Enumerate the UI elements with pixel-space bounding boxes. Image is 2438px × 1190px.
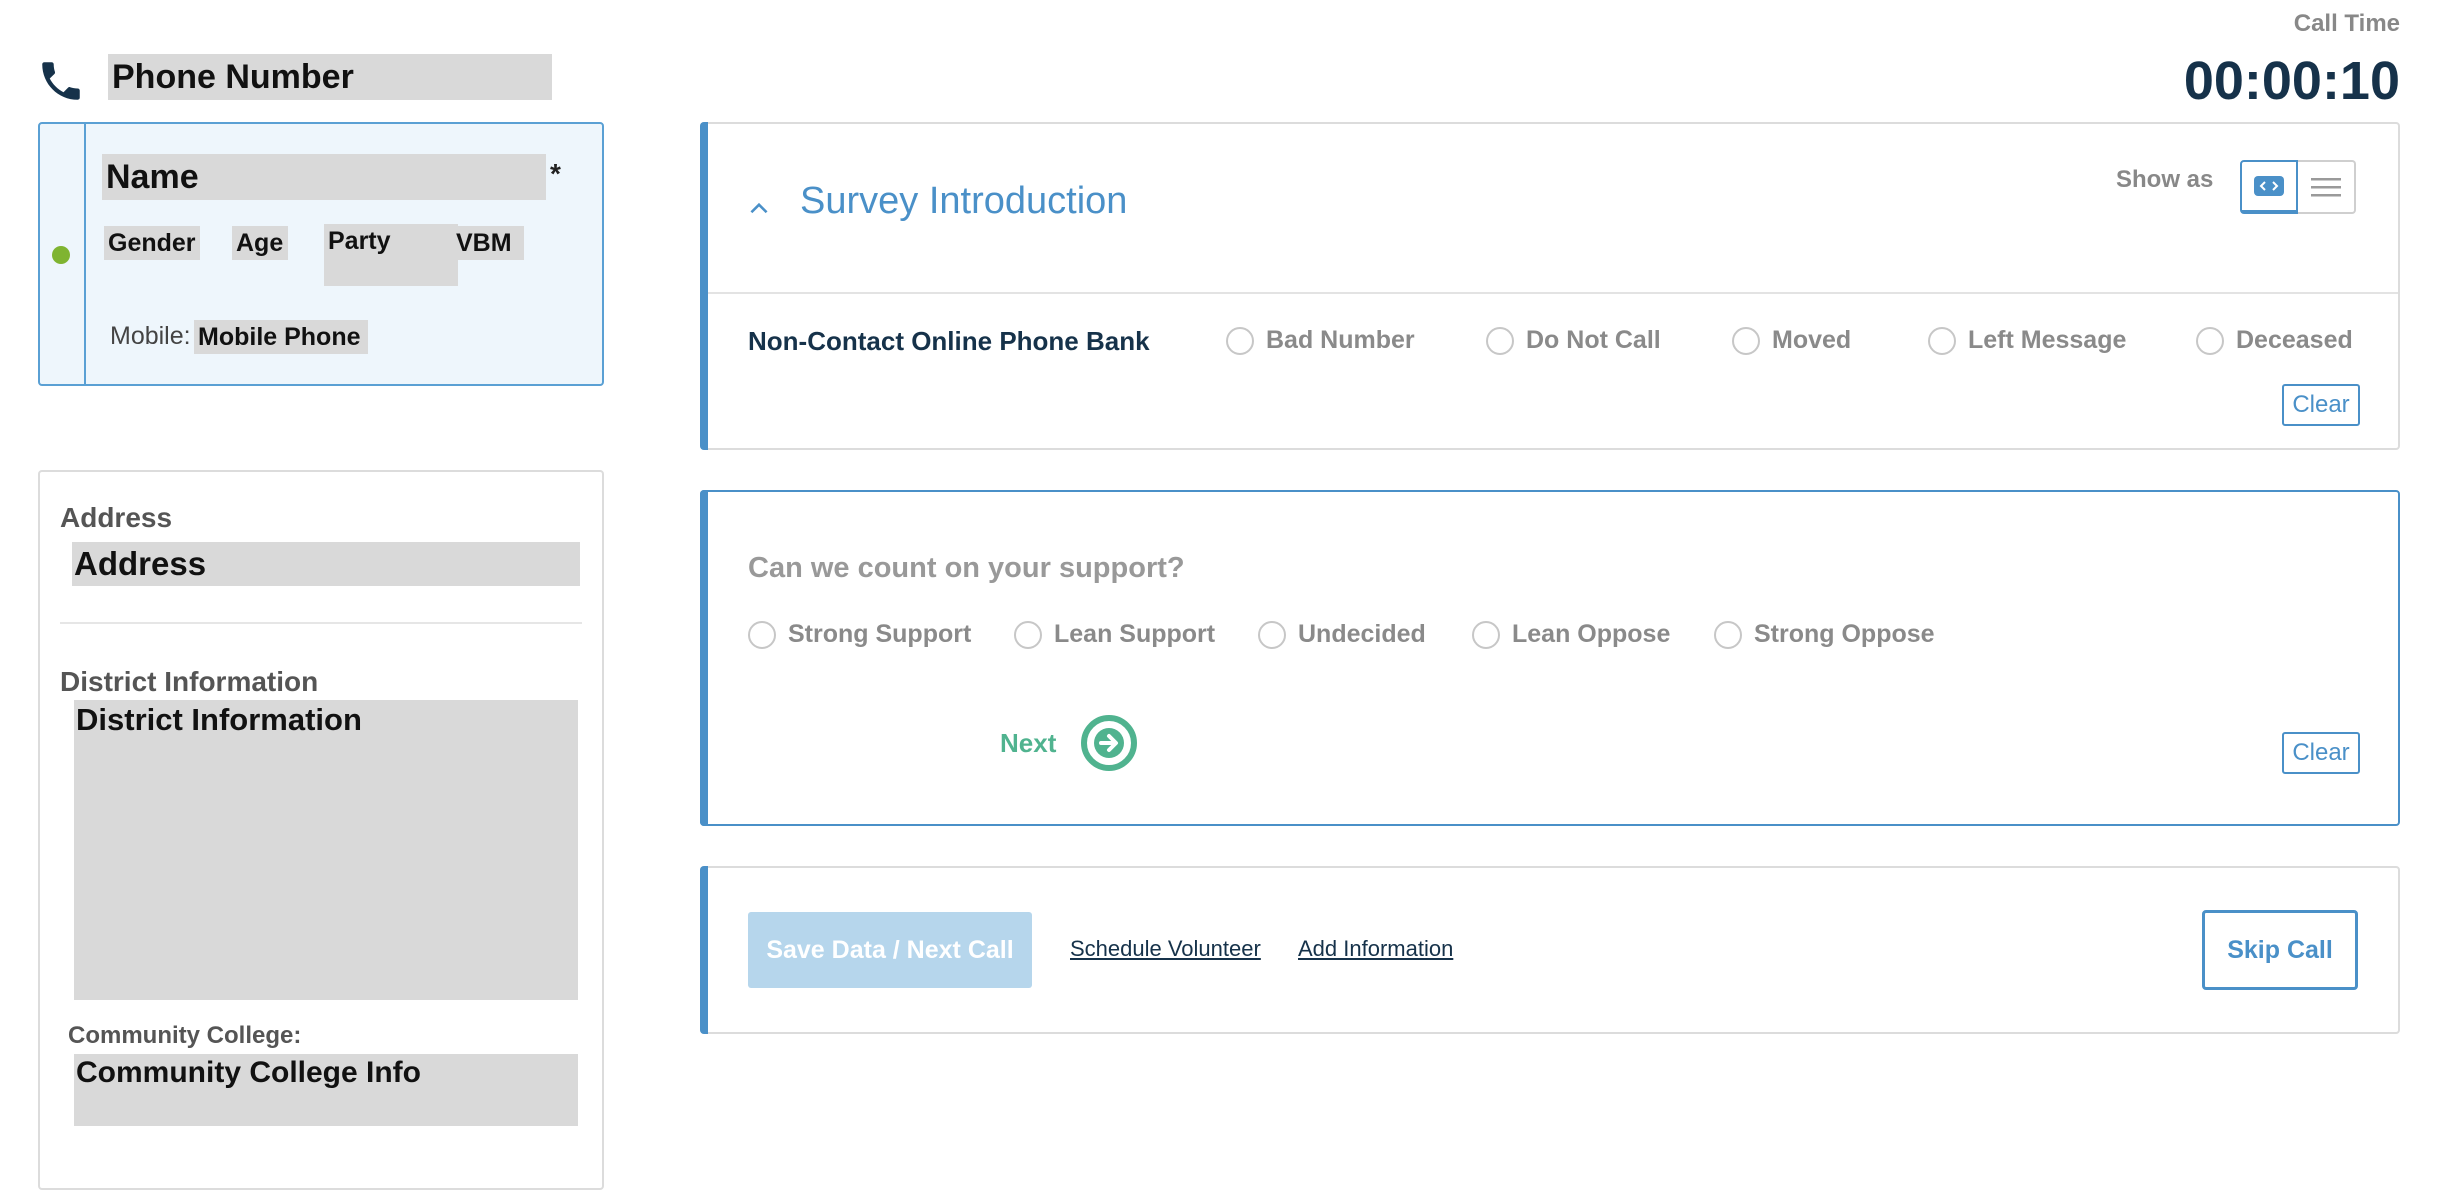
district-info: District Information <box>74 700 578 1000</box>
contact-name: Name <box>102 154 546 200</box>
radio-button[interactable] <box>1014 620 1042 649</box>
call-time-label: Call Time <box>2293 10 2400 37</box>
contact-party: Party <box>324 224 458 286</box>
non-contact-label: Non-Contact Online Phone Bank <box>748 326 1150 356</box>
skip-call-button[interactable]: Skip Call <box>2202 910 2358 990</box>
non-contact-option-bad-number[interactable]: Bad Number <box>1226 326 1415 355</box>
schedule-volunteer-link[interactable]: Schedule Volunteer <box>1070 936 1261 962</box>
phone-number-field: Phone Number <box>108 54 552 100</box>
support-question-panel <box>700 490 2400 826</box>
radio-button[interactable] <box>1472 620 1500 649</box>
support-question: Can we count on your support? <box>748 552 1185 584</box>
show-as-label: Show as <box>2116 166 2214 193</box>
radio-button[interactable] <box>1258 620 1286 649</box>
address-value: Address <box>72 542 580 586</box>
option-label: Do Not Call <box>1526 326 1661 354</box>
address-divider <box>60 622 582 624</box>
list-view-icon <box>2311 178 2341 197</box>
clear-non-contact-button[interactable]: Clear <box>2282 384 2360 426</box>
required-marker: * <box>550 158 561 189</box>
call-timer: 00:00:10 <box>2183 51 2400 111</box>
phone-icon <box>42 62 80 100</box>
clear-support-button[interactable]: Clear <box>2282 732 2360 774</box>
contact-status-dot <box>52 246 70 264</box>
survey-intro-title[interactable]: Survey Introduction <box>800 180 1127 223</box>
support-option-strong-support[interactable]: Strong Support <box>748 620 971 649</box>
radio-button[interactable] <box>748 620 776 649</box>
radio-button[interactable] <box>1486 326 1514 355</box>
option-label: Left Message <box>1968 326 2127 354</box>
panel-accent-bar <box>700 490 708 826</box>
option-label: Strong Oppose <box>1754 620 1935 648</box>
chevron-up-icon[interactable] <box>746 196 772 222</box>
contact-card-divider <box>84 124 86 384</box>
list-view-toggle[interactable] <box>2298 160 2356 214</box>
panel-divider <box>708 292 2398 294</box>
option-label: Deceased <box>2236 326 2353 354</box>
support-option-undecided[interactable]: Undecided <box>1258 620 1426 649</box>
community-college-label: Community College: <box>68 1022 302 1049</box>
radio-button[interactable] <box>1732 326 1760 355</box>
option-label: Strong Support <box>788 620 972 648</box>
option-label: Lean Support <box>1054 620 1216 648</box>
radio-button[interactable] <box>1714 620 1742 649</box>
radio-button[interactable] <box>2196 326 2224 355</box>
save-next-call-button[interactable]: Save Data / Next Call <box>748 912 1032 988</box>
panel-accent-bar <box>700 122 708 450</box>
support-option-strong-oppose[interactable]: Strong Oppose <box>1714 620 1935 649</box>
non-contact-option-moved[interactable]: Moved <box>1732 326 1851 355</box>
non-contact-option-deceased[interactable]: Deceased <box>2196 326 2353 355</box>
non-contact-option-left-message[interactable]: Left Message <box>1928 326 2126 355</box>
panel-accent-bar <box>700 866 708 1034</box>
non-contact-option-do-not-call[interactable]: Do Not Call <box>1486 326 1661 355</box>
address-label: Address <box>60 502 173 533</box>
card-view-icon <box>2254 176 2284 196</box>
mobile-phone: Mobile Phone <box>194 320 368 354</box>
mobile-label: Mobile: <box>110 322 191 350</box>
support-option-lean-support[interactable]: Lean Support <box>1014 620 1215 649</box>
option-label: Undecided <box>1298 620 1426 648</box>
radio-button[interactable] <box>1928 326 1956 355</box>
option-label: Moved <box>1772 326 1852 354</box>
radio-button[interactable] <box>1226 326 1254 355</box>
option-label: Lean Oppose <box>1512 620 1671 648</box>
card-view-toggle[interactable] <box>2240 160 2298 214</box>
contact-vbm: VBM <box>452 226 524 260</box>
next-label[interactable]: Next <box>1000 728 1056 759</box>
add-information-link[interactable]: Add Information <box>1298 936 1453 962</box>
support-option-lean-oppose[interactable]: Lean Oppose <box>1472 620 1670 649</box>
arrow-right-circle-icon[interactable] <box>1080 714 1138 772</box>
contact-age: Age <box>232 226 288 260</box>
community-college-info: Community College Info <box>74 1054 578 1126</box>
contact-gender: Gender <box>104 226 200 260</box>
district-label: District Information <box>60 666 319 697</box>
option-label: Bad Number <box>1266 326 1415 354</box>
